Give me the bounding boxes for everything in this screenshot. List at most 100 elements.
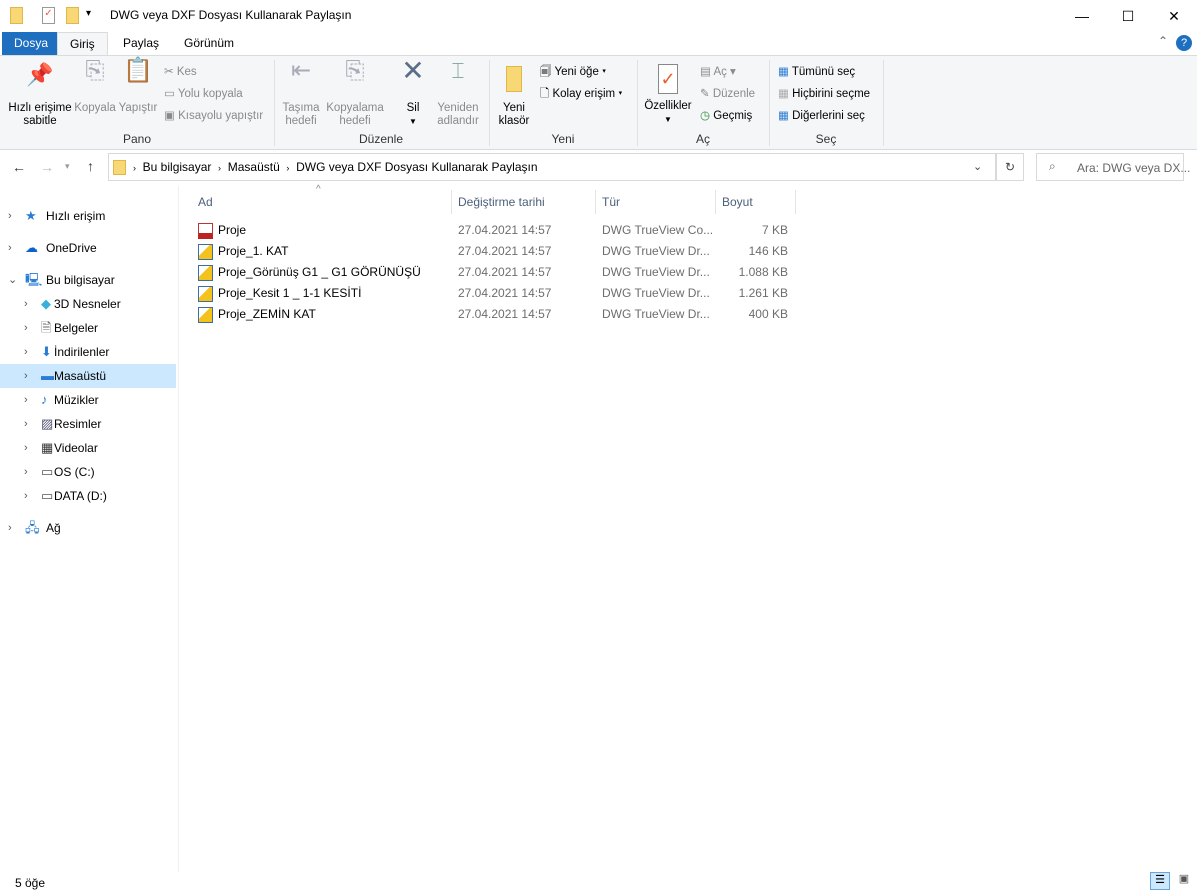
invert-selection-icon: ▦ <box>778 110 789 122</box>
help-icon[interactable]: ? <box>1176 35 1192 51</box>
search-box[interactable]: ⌕ Ara: DWG veya DX... <box>1036 153 1190 181</box>
address-bar[interactable]: › Bu bilgisayar › Masaüstü › DWG veya DX… <box>108 153 996 181</box>
nav-item[interactable]: › ☁ OneDrive <box>0 236 176 260</box>
copy-button[interactable]: ⎘ Kopyala <box>74 57 116 115</box>
cut-button[interactable]: ✂ Kes <box>164 64 197 78</box>
nav-item[interactable]: › ♪ Müzikler <box>0 388 176 412</box>
column-header-date[interactable]: Değiştirme tarihi <box>452 190 596 214</box>
star-icon: ★ <box>25 208 37 223</box>
chevron-right-icon[interactable]: › <box>8 204 12 228</box>
move-to-button[interactable]: ⇤ Taşıma hedefi <box>280 59 322 128</box>
nav-item[interactable]: › ▬ Masaüstü <box>0 364 176 388</box>
minimize-button[interactable]: — <box>1059 0 1105 32</box>
maximize-button[interactable]: ☐ <box>1105 0 1151 32</box>
chevron-right-icon[interactable]: › <box>24 460 28 484</box>
edit-label: Düzenle <box>712 88 756 100</box>
nav-item-label: 3D Nesneler <box>54 297 121 311</box>
select-all-button[interactable]: ▦ Tümünü seç <box>778 64 855 78</box>
open-button[interactable]: ▤ Aç ▾ <box>700 64 736 78</box>
breadcrumb-bu-bilgisayar[interactable]: Bu bilgisayar <box>143 160 212 174</box>
column-header-name[interactable]: Ad <box>192 190 452 214</box>
easy-access-button[interactable]: 🗋 Kolay erişim ▾ <box>540 86 623 105</box>
file-name: Proje_Kesit 1 _ 1-1 KESİTİ <box>218 286 362 300</box>
nav-item[interactable]: › ▨ Resimler <box>0 412 176 436</box>
file-row[interactable]: Proje 27.04.2021 14:57 DWG TrueView Co... 7… <box>196 220 796 241</box>
new-folder-qa-icon[interactable] <box>66 7 79 24</box>
large-icons-view-button[interactable]: ▣ <box>1174 872 1194 890</box>
nav-item[interactable]: › 🖧 Ağ <box>0 516 176 540</box>
chevron-right-icon[interactable]: › <box>8 516 12 540</box>
computer-icon: 🖳 <box>25 272 43 287</box>
column-header-type[interactable]: Tür <box>596 190 716 214</box>
back-button[interactable]: ← <box>12 159 26 175</box>
nav-item[interactable]: › ▭ OS (C:) <box>0 460 176 484</box>
history-button[interactable]: ◷ Geçmiş <box>700 108 752 122</box>
rename-button[interactable]: ⌶ Yeniden adlandır <box>434 60 482 128</box>
tab-gorunum[interactable]: Görünüm <box>172 32 246 56</box>
file-name: Proje <box>218 223 247 237</box>
chevron-right-icon[interactable]: › <box>24 340 28 364</box>
file-name: Proje_1. KAT <box>218 244 289 258</box>
nav-item[interactable]: › ★ Hızlı erişim <box>0 204 176 228</box>
chevron-right-icon[interactable]: › <box>24 412 28 436</box>
pane-divider[interactable] <box>178 186 179 872</box>
dwg-file-icon <box>198 307 213 323</box>
collapse-ribbon-icon[interactable]: ⌃ <box>1158 34 1168 48</box>
paste-shortcut-button[interactable]: ▣ Kısayolu yapıştır <box>164 108 263 122</box>
chevron-right-icon[interactable]: › <box>24 436 28 460</box>
nav-item[interactable]: › ▦ Videolar <box>0 436 176 460</box>
nav-item[interactable]: ⌄ 🖳 Bu bilgisayar <box>0 268 176 292</box>
file-row[interactable]: Proje_ZEMİN KAT 27.04.2021 14:57 DWG TrueV… <box>196 304 796 325</box>
column-header-size[interactable]: Boyut <box>716 190 796 214</box>
file-row[interactable]: Proje_Görünüş G1 _ G1 GÖRÜNÜŞÜ 27.04.2021… <box>196 262 796 283</box>
nav-item[interactable]: › ▭ DATA (D:) <box>0 484 176 508</box>
divider <box>883 60 884 146</box>
copy-to-button[interactable]: ⎘ Kopyalama hedefi <box>326 59 384 128</box>
chevron-right-icon[interactable]: › <box>24 316 28 340</box>
invert-selection-button[interactable]: ▦ Diğerlerini seç <box>778 108 865 122</box>
details-view-button[interactable]: ☰ <box>1150 872 1170 890</box>
breadcrumb-masaustu[interactable]: Masaüstü <box>228 160 280 174</box>
edit-button[interactable]: ✎ Düzenle <box>700 86 755 100</box>
breadcrumb-current[interactable]: DWG veya DXF Dosyası Kullanarak Paylaşın <box>296 160 537 174</box>
nav-item[interactable]: › ◆ 3D Nesneler <box>0 292 176 316</box>
chevron-right-icon[interactable]: › <box>8 236 12 260</box>
tab-giris[interactable]: Giriş <box>57 32 108 56</box>
up-button[interactable]: ↑ <box>87 158 94 174</box>
new-item-button[interactable]: 🗐 Yeni öğe ▾ <box>540 64 606 83</box>
tab-paylas[interactable]: Paylaş <box>111 32 171 56</box>
file-row[interactable]: Proje_Kesit 1 _ 1-1 KESİTİ 27.04.2021 14:… <box>196 283 796 304</box>
folder-icon <box>113 160 126 175</box>
paste-button[interactable]: 📋 Yapıştır <box>118 59 158 115</box>
close-button[interactable]: ✕ <box>1151 0 1197 32</box>
forward-button[interactable]: → <box>40 159 54 175</box>
file-row[interactable]: Proje_1. KAT 27.04.2021 14:57 DWG TrueView… <box>196 241 796 262</box>
copy-path-button[interactable]: ▭ Yolu kopyala <box>164 86 243 100</box>
select-none-button[interactable]: ▦ Hiçbirini seçme <box>778 86 870 100</box>
desktop-icon: ▬ <box>41 368 54 383</box>
file-type: DWG TrueView Dr... <box>602 307 710 321</box>
new-folder-button[interactable]: Yeni klasör <box>496 64 532 128</box>
recent-dropdown-icon[interactable]: ▾ <box>65 161 70 172</box>
tab-dosya[interactable]: Dosya <box>2 32 57 56</box>
nav-item[interactable]: › ⬇ İndirilenler <box>0 340 176 364</box>
pin-quick-access-button[interactable]: 📌 Hızlı erişime sabitle <box>6 64 74 128</box>
nav-item-label: OneDrive <box>46 241 97 255</box>
search-input[interactable]: Ara: DWG veya DX... <box>1077 161 1190 175</box>
address-dropdown-icon[interactable]: ⌄ <box>973 160 982 173</box>
chevron-right-icon[interactable]: › <box>24 364 28 388</box>
chevron-down-icon[interactable]: ⌄ <box>8 268 17 292</box>
delete-label: Sil <box>406 102 420 114</box>
chevron-right-icon[interactable]: › <box>24 292 28 316</box>
properties-qa-icon[interactable]: ✓ <box>42 7 55 24</box>
chevron-right-icon[interactable]: › <box>24 388 28 412</box>
pin-label-1: Hızlı erişime <box>8 102 72 114</box>
refresh-button[interactable]: ↻ <box>996 153 1024 181</box>
nav-item[interactable]: › 🗎 Belgeler <box>0 316 176 340</box>
new-folder-label-2: klasör <box>498 115 530 127</box>
copy-icon: ⎘ <box>85 57 105 84</box>
customize-qa-icon[interactable]: ▾ <box>86 8 91 19</box>
properties-button[interactable]: ✓ Özellikler ▼ <box>642 64 694 126</box>
delete-button[interactable]: ✕ Sil ▼ <box>396 57 430 128</box>
chevron-right-icon[interactable]: › <box>24 484 28 508</box>
